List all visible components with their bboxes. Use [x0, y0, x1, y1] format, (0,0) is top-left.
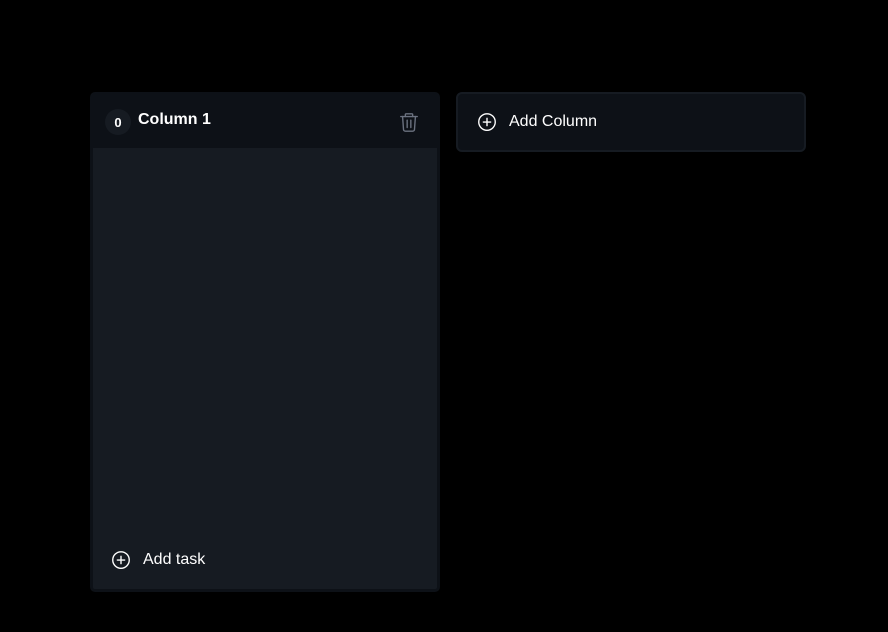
- kanban-board: 0 Column 1 Add task Add Column: [0, 0, 888, 632]
- add-task-label: Add task: [143, 551, 206, 568]
- column-header[interactable]: 0 Column 1: [93, 95, 437, 148]
- column: 0 Column 1 Add task: [90, 92, 440, 592]
- add-task-button[interactable]: Add task: [93, 531, 437, 589]
- plus-circle-icon: [476, 111, 498, 133]
- trash-icon: [398, 110, 420, 134]
- task-count-badge: 0: [105, 109, 131, 135]
- plus-circle-icon: [110, 549, 132, 571]
- add-column-label: Add Column: [509, 113, 598, 130]
- add-column-button[interactable]: Add Column: [456, 92, 806, 152]
- delete-column-button[interactable]: [395, 108, 423, 136]
- column-title[interactable]: Column 1: [138, 111, 395, 129]
- column-task-list: [93, 148, 437, 531]
